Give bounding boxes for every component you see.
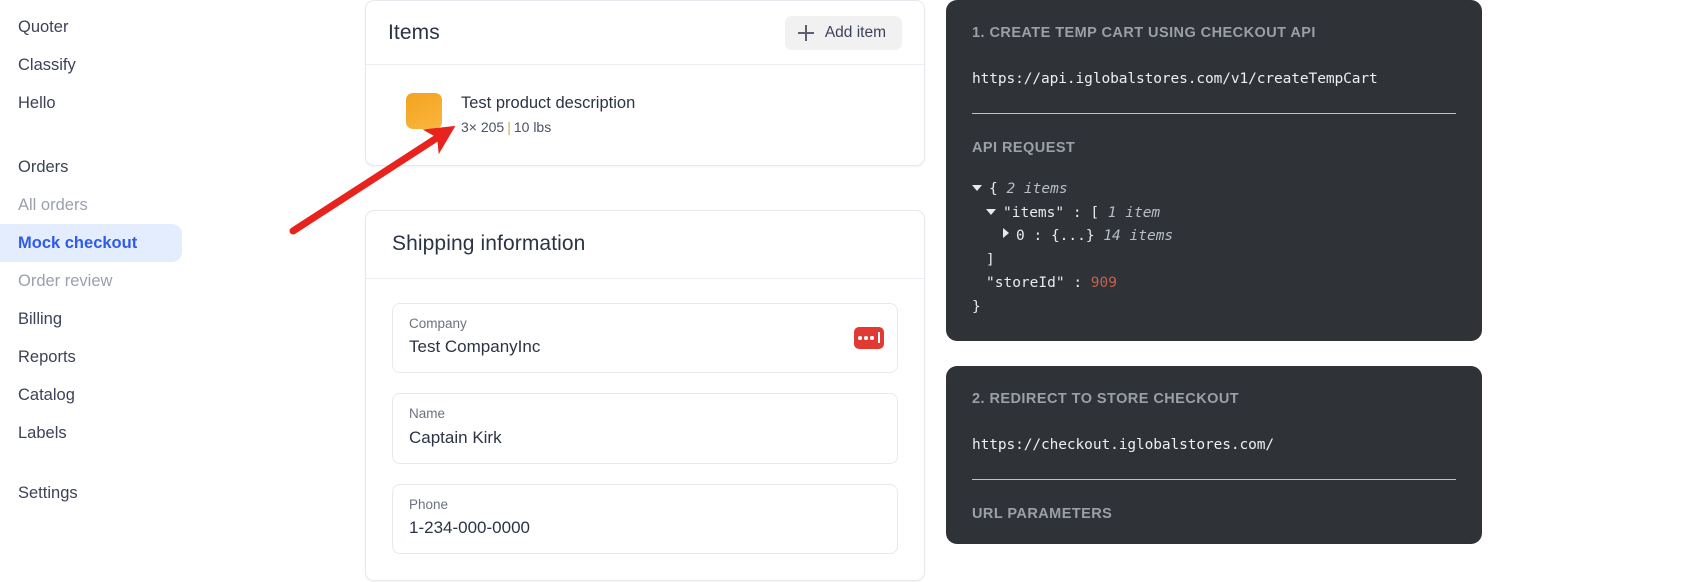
- sidebar-item-classify[interactable]: Classify: [0, 46, 186, 84]
- text-caret-icon: [878, 332, 880, 344]
- json-items-close-row: ]: [972, 249, 1456, 273]
- api-flow-column: 1. CREATE TEMP CART USING CHECKOUT API h…: [946, 0, 1482, 544]
- sidebar-item-hello[interactable]: Hello: [0, 84, 186, 122]
- item-price: 205: [480, 118, 505, 135]
- item-weight: 10 lbs: [513, 118, 552, 135]
- company-field-label: Company: [409, 315, 467, 331]
- json-items-open: [: [1090, 204, 1100, 221]
- plus-icon: [797, 24, 814, 41]
- dot-2: [864, 336, 868, 340]
- json-items-key: "items": [1003, 204, 1065, 221]
- api-panel-2-subheading: URL PARAMETERS: [972, 506, 1113, 522]
- json-root-close: }: [972, 298, 981, 315]
- phone-field-value: 1-234-000-0000: [409, 518, 530, 538]
- dot-1: [858, 336, 862, 340]
- shipping-fields: Company Test CompanyInc Name Captain Kir…: [366, 279, 924, 580]
- sidebar-item-all-orders[interactable]: All orders: [0, 186, 186, 224]
- json-child-braces: {...}: [1050, 228, 1095, 244]
- sidebar-item-settings[interactable]: Settings: [0, 474, 186, 512]
- items-card-header: Items Add item: [366, 1, 924, 65]
- api-panel-redirect-checkout: 2. REDIRECT TO STORE CHECKOUT https://ch…: [946, 366, 1482, 544]
- phone-field-label: Phone: [409, 496, 449, 512]
- api-panel-2-heading: 2. REDIRECT TO STORE CHECKOUT: [972, 391, 1240, 407]
- name-field[interactable]: Name Captain Kirk: [392, 393, 898, 464]
- api-panel-2-url[interactable]: https://checkout.iglobalstores.com/: [972, 437, 1456, 453]
- name-field-value: Captain Kirk: [409, 427, 502, 447]
- json-storeid-colon: :: [1073, 275, 1083, 291]
- caret-down-icon-items[interactable]: [986, 208, 996, 215]
- api-panel-1-heading: 1. CREATE TEMP CART USING CHECKOUT API: [972, 25, 1316, 41]
- json-root-open: {: [989, 181, 998, 197]
- sidebar-item-billing[interactable]: Billing: [0, 300, 186, 338]
- sidebar-item-catalog[interactable]: Catalog: [0, 376, 186, 414]
- company-field[interactable]: Company Test CompanyInc: [392, 302, 898, 374]
- item-name: Test product description: [461, 94, 636, 112]
- item-meta: 3× 205 | 10 lbs: [461, 119, 635, 135]
- main-content: Items Add item Test product description …: [186, 0, 1706, 582]
- sidebar-item-mock-checkout[interactable]: Mock checkout: [0, 224, 182, 262]
- add-item-button[interactable]: Add item: [784, 15, 902, 50]
- sidebar-item-quoter[interactable]: Quoter: [0, 8, 186, 46]
- sidebar-item-labels[interactable]: Labels: [0, 414, 186, 452]
- typing-indicator-badge-icon[interactable]: [854, 326, 884, 349]
- add-item-label: Add item: [824, 23, 886, 41]
- api-panel-1-divider: [972, 113, 1456, 114]
- json-tree-viewer: { 2 items "items" : [ 1 item 0 : {...} 1…: [972, 178, 1456, 319]
- app-root: Quoter Classify Hello Orders All orders …: [0, 0, 1706, 582]
- json-items-row[interactable]: "items" : [ 1 item: [972, 202, 1456, 226]
- company-field-value: Test CompanyInc: [409, 337, 541, 357]
- json-root-count: 2 items: [1006, 181, 1068, 197]
- api-panel-1-subheading: API REQUEST: [972, 140, 1076, 156]
- sidebar-item-reports[interactable]: Reports: [0, 338, 186, 376]
- json-child-count: 14 items: [1103, 228, 1174, 244]
- json-root-row[interactable]: { 2 items: [972, 178, 1456, 202]
- json-items-colon: :: [1072, 204, 1082, 221]
- json-root-close-row: }: [972, 296, 1456, 320]
- caret-down-icon[interactable]: [972, 185, 982, 191]
- center-column: Items Add item Test product description …: [365, 0, 925, 582]
- sidebar: Quoter Classify Hello Orders All orders …: [0, 0, 186, 582]
- shipping-card-header: Shipping information: [366, 211, 924, 279]
- json-items-count: 1 item: [1107, 204, 1161, 221]
- shipping-title: Shipping information: [392, 232, 586, 256]
- api-panel-1-url[interactable]: https://api.iglobalstores.com/v1/createT…: [972, 71, 1456, 87]
- json-child-index: 0: [1016, 228, 1025, 244]
- name-field-label: Name: [409, 406, 446, 422]
- items-title: Items: [388, 20, 440, 44]
- sidebar-item-orders[interactable]: Orders: [0, 148, 186, 186]
- api-panel-2-divider: [972, 479, 1456, 480]
- json-storeid-row[interactable]: "storeId" : 909: [972, 272, 1456, 296]
- item-text-block: Test product description 3× 205 | 10 lbs: [461, 93, 635, 135]
- items-card: Items Add item Test product description …: [365, 0, 925, 166]
- item-meta-separator: |: [507, 118, 511, 135]
- phone-field[interactable]: Phone 1-234-000-0000: [392, 483, 898, 555]
- api-panel-create-temp-cart: 1. CREATE TEMP CART USING CHECKOUT API h…: [946, 0, 1482, 341]
- caret-right-icon[interactable]: [1003, 228, 1009, 238]
- dot-3: [870, 336, 874, 340]
- product-thumbnail-icon: [406, 93, 442, 129]
- item-quantity: 3×: [461, 118, 477, 135]
- json-storeid-value: 909: [1090, 275, 1117, 291]
- json-storeid-key: "storeId": [986, 275, 1065, 291]
- sidebar-item-order-review[interactable]: Order review: [0, 262, 186, 300]
- json-child-colon: :: [1033, 228, 1043, 244]
- item-list-row[interactable]: Test product description 3× 205 | 10 lbs: [366, 65, 924, 165]
- json-items-close: ]: [986, 251, 995, 268]
- json-child-row[interactable]: 0 : {...} 14 items: [972, 225, 1456, 249]
- shipping-information-card: Shipping information Company Test Compan…: [365, 209, 925, 582]
